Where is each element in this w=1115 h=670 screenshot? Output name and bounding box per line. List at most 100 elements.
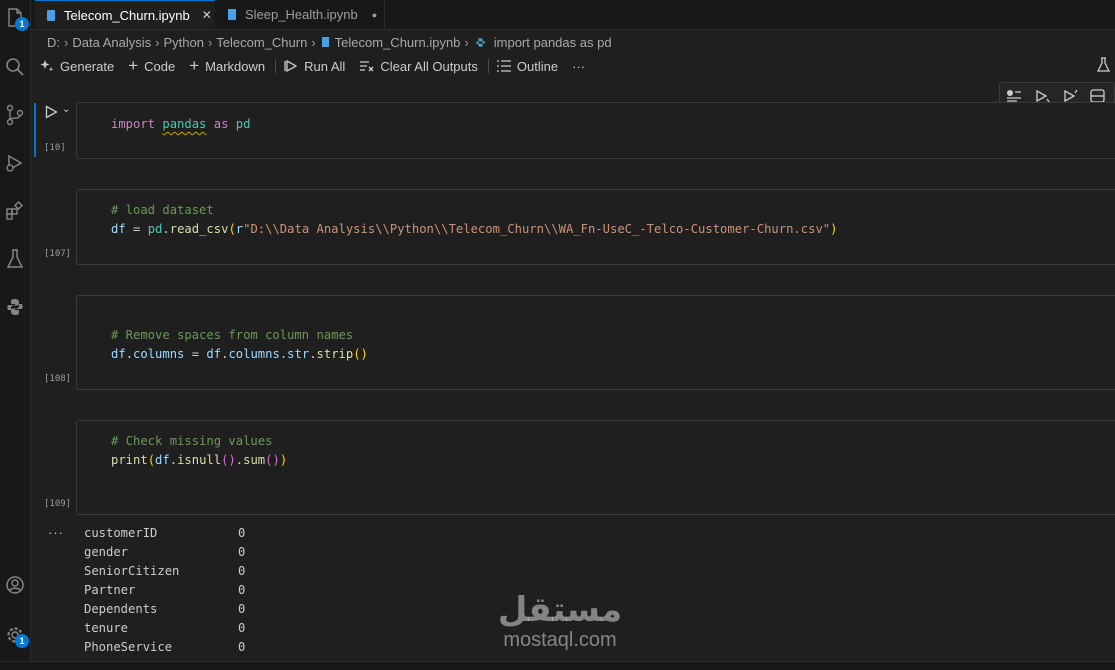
output-row: Partner 0 xyxy=(84,581,245,600)
breadcrumb-item[interactable]: Data Analysis xyxy=(72,35,151,50)
keyword: import xyxy=(111,117,156,131)
variable: df xyxy=(111,222,126,236)
notebook-icon xyxy=(47,9,55,21)
function-name: sum xyxy=(243,453,266,467)
activity-bar: 1 1 xyxy=(0,0,31,669)
code-cell[interactable]: import pandas as pd xyxy=(76,102,1115,159)
breadcrumb: D: › Data Analysis › Python › Telecom_Churn… xyxy=(47,32,612,52)
function-name: print xyxy=(111,453,148,467)
notebook-icon xyxy=(228,9,236,20)
more-actions-button[interactable]: ··· xyxy=(572,59,585,74)
outline-button[interactable]: Outline xyxy=(496,59,558,74)
execution-count: [107] xyxy=(44,249,72,259)
tab-sleep-health[interactable]: Sleep_Health.ipynb ● xyxy=(215,0,385,29)
account-icon[interactable] xyxy=(0,570,30,600)
breadcrumb-item[interactable]: Telecom_Churn xyxy=(216,35,307,50)
python-icon xyxy=(475,37,486,48)
output-null-count: 0 xyxy=(238,583,246,597)
watermark-arabic: مستقل xyxy=(497,590,623,630)
module-name: pandas xyxy=(162,117,207,131)
search-icon[interactable] xyxy=(0,52,30,82)
code-cell[interactable]: # Check missing values print(df.isnull()… xyxy=(76,420,1115,515)
toolbar-divider xyxy=(487,59,489,73)
paren: ( xyxy=(228,222,236,236)
run-all-button[interactable]: Run All xyxy=(284,59,345,74)
function-name: isnull xyxy=(177,453,222,467)
attribute: columns xyxy=(228,347,280,361)
chevron-right-icon: › xyxy=(464,34,469,50)
execution-count: [109] xyxy=(44,499,72,509)
extensions-icon[interactable] xyxy=(0,196,30,226)
watermark-latin: mostaql.com xyxy=(503,629,617,651)
kernel-flask-icon[interactable] xyxy=(1096,57,1111,76)
plus-icon: + xyxy=(128,56,139,75)
clear-outputs-button[interactable]: Clear All Outputs xyxy=(359,59,478,74)
run-debug-icon[interactable] xyxy=(0,148,30,178)
paren: () xyxy=(221,453,236,467)
output-null-count: 0 xyxy=(238,564,246,578)
paren: () xyxy=(353,347,368,361)
tab-close-icon[interactable]: ✕ xyxy=(202,8,212,22)
tab-label: Telecom_Churn.ipynb xyxy=(64,7,190,23)
execution-count: [10] xyxy=(44,143,66,153)
code-label: Code xyxy=(144,58,176,74)
generate-button[interactable]: Generate xyxy=(40,59,114,74)
source-control-icon[interactable] xyxy=(0,100,30,130)
output-row: gender 0 xyxy=(84,543,245,562)
output-more-icon[interactable]: ··· xyxy=(48,525,64,540)
add-markdown-cell-button[interactable]: + Markdown xyxy=(189,57,265,74)
output-row: tenure 0 xyxy=(84,619,245,638)
paren: ) xyxy=(279,453,288,467)
module-alias: pd xyxy=(147,222,163,236)
string-literal: "D:\\Data Analysis\\Python\\Telecom_Chur… xyxy=(243,222,831,236)
clear-all-icon xyxy=(359,59,374,73)
dot: . xyxy=(162,222,170,236)
output-null-count: 0 xyxy=(238,602,246,616)
tab-telecom-churn[interactable]: Telecom_Churn.ipynb ✕ xyxy=(35,0,215,29)
testing-flask-icon[interactable] xyxy=(0,244,30,274)
settings-gear-icon[interactable]: 1 xyxy=(0,620,30,650)
cell-focus-indicator xyxy=(34,103,36,157)
cell-source[interactable]: # load dataset df = pd.read_csv(r"D:\\Da… xyxy=(111,201,837,239)
chevron-down-icon[interactable]: ⌄ xyxy=(62,104,70,115)
add-code-cell-button[interactable]: + Code xyxy=(128,56,176,75)
code-cell[interactable]: # load dataset df = pd.read_csv(r"D:\\Da… xyxy=(76,189,1115,265)
list-icon xyxy=(496,60,511,72)
attribute: columns xyxy=(133,347,185,361)
sparkle-icon xyxy=(40,59,54,73)
operator: = xyxy=(184,347,207,361)
output-null-count: 0 xyxy=(238,526,246,540)
breadcrumb-item[interactable]: import pandas as pd xyxy=(494,35,612,50)
cell-source[interactable]: # Remove spaces from column names df.col… xyxy=(111,326,368,364)
breadcrumb-item[interactable]: Python xyxy=(163,35,203,50)
code-cell[interactable]: # Remove spaces from column names df.col… xyxy=(76,295,1115,390)
ellipsis-icon: ··· xyxy=(572,58,586,74)
output-column-name: SeniorCitizen xyxy=(84,564,180,578)
code-comment: # load dataset xyxy=(111,203,214,217)
breadcrumb-item[interactable]: D: xyxy=(47,35,60,50)
unsaved-dot-icon[interactable]: ● xyxy=(372,10,377,20)
output-column-name: Dependents xyxy=(84,602,158,616)
toolbar-divider xyxy=(275,59,277,73)
cell-source[interactable]: # Check missing values print(df.isnull()… xyxy=(111,432,287,470)
keyword: as xyxy=(213,117,229,131)
output-row: PhoneService 0 xyxy=(84,638,245,657)
run-all-icon xyxy=(284,59,298,73)
notebook-icon xyxy=(321,37,329,47)
output-null-count: 0 xyxy=(238,545,246,559)
chevron-right-icon: › xyxy=(155,34,160,50)
code-comment: # Check missing values xyxy=(111,434,273,448)
generate-label: Generate xyxy=(60,58,115,74)
code-comment: # Remove spaces from column names xyxy=(111,328,354,342)
python-icon[interactable] xyxy=(0,292,30,322)
breadcrumb-item[interactable]: Telecom_Churn.ipynb xyxy=(335,35,461,50)
cell-source[interactable]: import pandas as pd xyxy=(111,115,250,134)
paren: ) xyxy=(830,222,838,236)
editor-tab-bar: Telecom_Churn.ipynb ✕ Sleep_Health.ipynb… xyxy=(31,0,1115,30)
chevron-right-icon: › xyxy=(207,34,213,50)
run-cell-icon[interactable] xyxy=(45,105,58,122)
explorer-icon[interactable]: 1 xyxy=(0,3,30,33)
function-name: read_csv xyxy=(169,222,229,236)
output-row: SeniorCitizen 0 xyxy=(84,562,245,581)
variable: df xyxy=(206,347,222,361)
